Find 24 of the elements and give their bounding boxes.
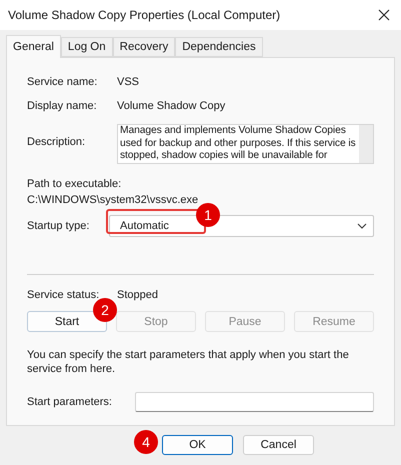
hint-text: You can specify the start parameters that apply when you start the service from here.	[27, 348, 350, 376]
status-value: Stopped	[117, 289, 158, 301]
path-value: C:\WINDOWS\system32\vssvc.exe	[27, 194, 200, 206]
field-label: Start parameters:	[27, 396, 113, 408]
field-label: Startup type:	[27, 220, 90, 232]
callout-number: 4	[134, 430, 158, 454]
tab[interactable]: Log On	[60, 37, 113, 57]
field-value: Volume Shadow Copy	[117, 100, 226, 112]
tab[interactable]: Dependencies	[175, 37, 263, 57]
field-value: VSS	[117, 76, 140, 88]
start-parameters-field[interactable]	[135, 392, 374, 412]
field-label: Description:	[27, 135, 86, 150]
tab[interactable]: General	[6, 35, 61, 58]
scrollbar[interactable]	[359, 125, 373, 163]
chevron-down-icon	[357, 223, 367, 229]
field-label: Display name:	[27, 100, 98, 112]
field-label: Service name:	[27, 76, 98, 88]
window-title: Volume Shadow Copy Properties (Local Computer)	[8, 8, 280, 22]
dialog-button[interactable]: OK	[162, 435, 233, 455]
close-icon	[378, 9, 390, 21]
dialog-button[interactable]: Cancel	[243, 435, 314, 455]
tab[interactable]: Recovery	[112, 37, 176, 57]
field-label: Path to executable:	[27, 178, 122, 190]
field-label: Service status:	[27, 289, 100, 301]
